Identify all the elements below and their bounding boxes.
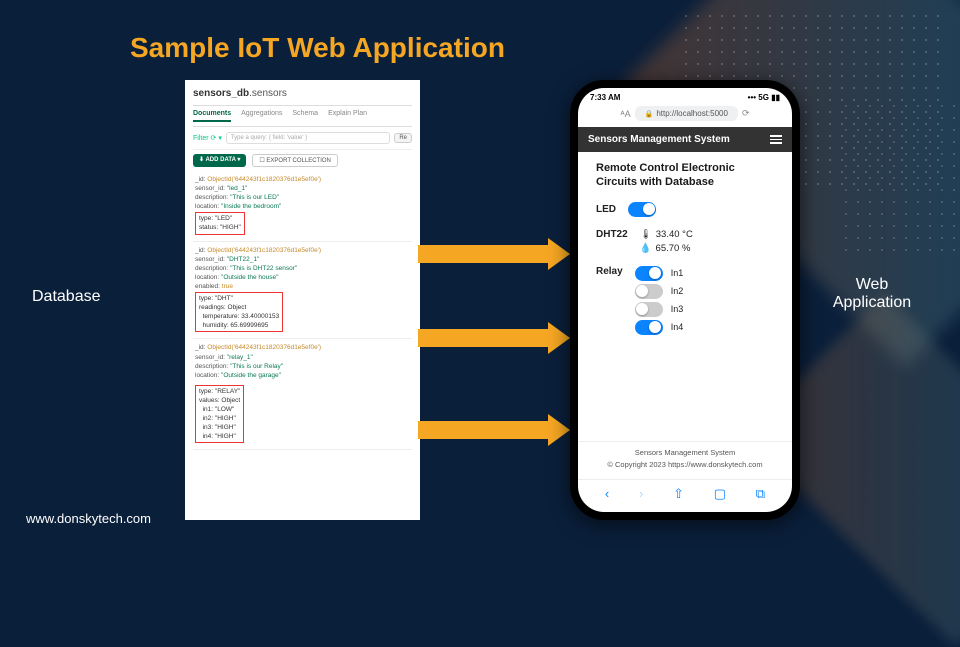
tab-documents[interactable]: Documents (193, 110, 231, 122)
app-body-title: Remote Control Electronic Circuits with … (596, 162, 774, 190)
database-panel: sensors_db.sensors Documents Aggregation… (185, 80, 420, 520)
dht-label: DHT22 (596, 229, 628, 240)
add-data-button[interactable]: ⬇ ADD DATA ▾ (193, 154, 246, 167)
webapp-label: Web Application (812, 276, 932, 312)
relay-in3-toggle[interactable] (635, 302, 663, 317)
app-body: Remote Control Electronic Circuits with … (578, 152, 792, 441)
db-name: sensors_db (193, 88, 249, 99)
db-tabs: Documents Aggregations Schema Explain Pl… (193, 106, 412, 127)
database-label: Database (32, 288, 101, 306)
app-footer: Sensors Management System © Copyright 20… (578, 441, 792, 479)
browser-address-bar: ᴬA 🔒 http://localhost:5000 ⟳ (578, 104, 792, 127)
bookmarks-icon[interactable]: ▢ (714, 486, 726, 502)
document-1: _id: ObjectId('644243f1c1820376d1e5ef0e'… (193, 171, 412, 242)
collection-name: .sensors (249, 88, 287, 99)
page-title: Sample IoT Web Application (130, 32, 505, 64)
relay-in1-toggle[interactable] (635, 266, 663, 281)
relay-in2-label: In2 (671, 286, 684, 296)
filter-row: Filter ⟳ ▾ Type a query: { field: 'value… (193, 127, 412, 150)
relay-row: Relay In1 In2 In3 In4 (596, 266, 774, 335)
url-field[interactable]: 🔒 http://localhost:5000 (635, 106, 738, 121)
db-breadcrumb: sensors_db.sensors (193, 86, 412, 106)
dht-humidity: 65.70 % (656, 243, 691, 254)
tab-aggregations[interactable]: Aggregations (241, 110, 282, 122)
status-time: 7:33 AM (590, 93, 620, 102)
status-signal: ••• 5G ▮▮ (748, 93, 780, 102)
arrow-2 (418, 322, 570, 354)
led-toggle[interactable] (628, 202, 656, 217)
status-bar: 7:33 AM ••• 5G ▮▮ (578, 88, 792, 104)
relay-in4-label: In4 (671, 322, 684, 332)
export-button[interactable]: ☐ EXPORT COLLECTION (252, 154, 338, 167)
humidity-icon: 💧 (640, 243, 652, 254)
led-row: LED (596, 202, 774, 217)
relay-in3-label: In3 (671, 304, 684, 314)
highlight-box: type: "DHT" readings: Object temperature… (195, 292, 283, 332)
app-header: Sensors Management System (578, 127, 792, 152)
footer-url: www.donskytech.com (26, 511, 151, 526)
dht-temp: 33.40 °C (656, 229, 693, 240)
browser-toolbar: ‹ › ⇧ ▢ ⧉ (578, 479, 792, 512)
highlight-box: type: "RELAY" values: Object in1: "LOW" … (195, 385, 244, 444)
relay-label: Relay (596, 266, 623, 277)
dht-row: DHT22 🌡 33.40 °C 💧 65.70 % (596, 229, 774, 254)
reload-icon[interactable]: ⟳ (742, 108, 750, 119)
back-icon[interactable]: ‹ (605, 486, 609, 502)
relay-in1-label: In1 (671, 268, 684, 278)
document-2: _id: ObjectId('644243f1c1820376d1e5ef0e'… (193, 242, 412, 340)
reset-button[interactable]: Re (394, 133, 412, 143)
relay-in2-toggle[interactable] (635, 284, 663, 299)
hamburger-icon[interactable] (770, 135, 782, 144)
db-actions: ⬇ ADD DATA ▾ ☐ EXPORT COLLECTION (193, 150, 412, 171)
share-icon[interactable]: ⇧ (673, 486, 684, 502)
document-3: _id: ObjectId('644243f1c1820376d1e5ef0e'… (193, 339, 412, 450)
highlight-box: type: "LED" status: "HIGH" (195, 212, 245, 234)
led-label: LED (596, 204, 616, 215)
arrow-3 (418, 414, 570, 446)
relay-in4-toggle[interactable] (635, 320, 663, 335)
arrow-1 (418, 238, 570, 270)
filter-label[interactable]: Filter ⟳ ▾ (193, 134, 222, 142)
tab-schema[interactable]: Schema (292, 110, 318, 122)
app-header-title: Sensors Management System (588, 134, 730, 145)
lock-icon: 🔒 (645, 110, 654, 118)
footer-line1: Sensors Management System (588, 448, 782, 457)
thermometer-icon: 🌡 (640, 229, 652, 240)
footer-line2: © Copyright 2023 https://www.donskytech.… (588, 460, 782, 469)
query-input[interactable]: Type a query: { field: 'value' } (226, 132, 390, 144)
forward-icon[interactable]: › (639, 486, 643, 502)
phone-screen: 7:33 AM ••• 5G ▮▮ ᴬA 🔒 http://localhost:… (578, 88, 792, 512)
tabs-icon[interactable]: ⧉ (756, 486, 765, 502)
text-size-icon[interactable]: ᴬA (621, 109, 631, 119)
tab-explain[interactable]: Explain Plan (328, 110, 367, 122)
bg-dots (840, 100, 960, 260)
phone-frame: 7:33 AM ••• 5G ▮▮ ᴬA 🔒 http://localhost:… (570, 80, 800, 520)
